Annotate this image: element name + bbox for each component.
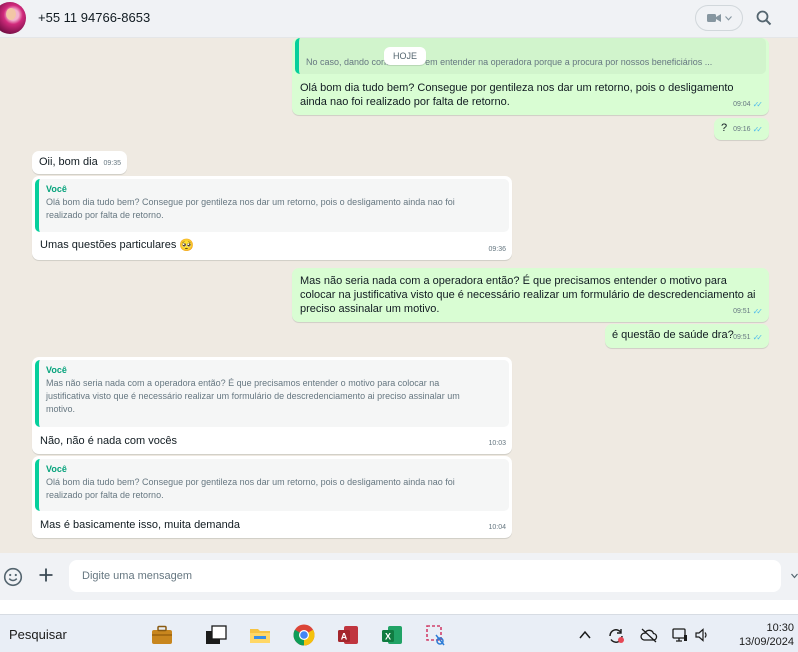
message-time: 10:03 bbox=[488, 440, 506, 447]
message-meta: 10:04 bbox=[488, 521, 506, 535]
message-incoming[interactable]: Você Mas não seria nada com a operadora … bbox=[32, 357, 512, 454]
quoted-text: Mas não seria nada com a operadora então… bbox=[46, 378, 460, 414]
quoted-message[interactable]: Você Olá bom dia tudo bem? Consegue por … bbox=[35, 179, 509, 232]
attach-button[interactable] bbox=[36, 566, 56, 586]
conversation-panel[interactable]: No caso, dando continuidade em entender … bbox=[0, 38, 798, 553]
contact-name[interactable]: +55 11 94766-8653 bbox=[38, 10, 150, 25]
message-outgoing[interactable]: No caso, dando continuidade em entender … bbox=[292, 38, 769, 115]
message-outgoing[interactable]: Mas não seria nada com a operadora então… bbox=[292, 268, 769, 322]
snipping-tool-icon[interactable] bbox=[424, 623, 448, 647]
message-meta: 09:51 ✓✓ bbox=[733, 331, 763, 345]
chat-header: +55 11 94766-8653 bbox=[0, 0, 798, 38]
message-time: 09:51 bbox=[733, 308, 751, 315]
message-incoming[interactable]: Você Olá bom dia tudo bem? Consegue por … bbox=[32, 456, 512, 538]
read-ticks-icon: ✓✓ bbox=[752, 307, 764, 316]
message-meta: 09:36 bbox=[488, 243, 506, 257]
message-time: 09:04 bbox=[733, 101, 751, 108]
briefcase-app-icon[interactable] bbox=[150, 623, 174, 647]
message-text-content: Umas questões particulares bbox=[40, 239, 177, 251]
chevron-down-icon bbox=[791, 571, 798, 582]
video-call-button[interactable] bbox=[695, 5, 743, 31]
quoted-message[interactable]: No caso, dando continuidade em entender … bbox=[295, 38, 766, 74]
message-time: 09:35 bbox=[103, 160, 121, 167]
quoted-author: Você bbox=[46, 464, 67, 474]
message-composer bbox=[0, 553, 798, 600]
message-meta: 09:51 ✓✓ bbox=[733, 305, 763, 319]
task-view-icon[interactable] bbox=[204, 623, 228, 647]
message-meta: 09:16 ✓✓ bbox=[733, 123, 763, 137]
svg-text:A: A bbox=[341, 632, 348, 642]
excel-icon[interactable]: X bbox=[380, 623, 404, 647]
message-meta: 10:03 bbox=[488, 437, 506, 451]
message-text: é questão de saúde dra? bbox=[612, 329, 734, 341]
quoted-author: Você bbox=[46, 184, 67, 194]
search-messages-button[interactable] bbox=[752, 6, 776, 30]
svg-text:X: X bbox=[385, 632, 391, 642]
message-time: 10:04 bbox=[488, 524, 506, 531]
read-ticks-icon: ✓✓ bbox=[752, 125, 764, 134]
clock-time: 10:30 bbox=[766, 622, 794, 634]
emoji-button[interactable] bbox=[3, 567, 23, 587]
message-meta: 09:04 ✓✓ bbox=[733, 98, 763, 112]
message-time: 09:16 bbox=[733, 126, 751, 133]
speaker-icon[interactable] bbox=[694, 627, 710, 643]
file-explorer-icon[interactable] bbox=[248, 623, 272, 647]
message-time: 09:36 bbox=[488, 246, 506, 253]
system-clock[interactable]: 10:30 13/09/2024 bbox=[722, 621, 794, 649]
quoted-message[interactable]: Você Olá bom dia tudo bem? Consegue por … bbox=[35, 459, 509, 511]
message-input[interactable] bbox=[69, 560, 781, 592]
pleading-face-emoji: 🥺 bbox=[179, 238, 195, 252]
message-outgoing[interactable]: é questão de saúde dra? 09:51 ✓✓ bbox=[605, 324, 769, 348]
day-separator: HOJE bbox=[384, 47, 427, 65]
cloud-offline-icon[interactable] bbox=[640, 627, 658, 643]
message-text: ? bbox=[721, 122, 728, 134]
quoted-text: Olá bom dia tudo bem? Consegue por genti… bbox=[46, 197, 455, 220]
read-ticks-icon: ✓✓ bbox=[752, 100, 764, 109]
message-text: Não, não é nada com vocês bbox=[40, 435, 177, 447]
clock-date: 13/09/2024 bbox=[738, 636, 794, 648]
quoted-message[interactable]: Você Mas não seria nada com a operadora … bbox=[35, 360, 509, 427]
message-meta: 09:35 bbox=[103, 157, 121, 171]
read-ticks-icon: ✓✓ bbox=[752, 333, 764, 342]
chevron-down-icon bbox=[724, 15, 732, 21]
search-icon bbox=[756, 10, 772, 26]
chrome-icon[interactable] bbox=[292, 623, 316, 647]
windows-taskbar: Pesquisar A X 10:30 13/09/2024 bbox=[0, 614, 798, 652]
message-outgoing[interactable]: ? 09:16 ✓✓ bbox=[714, 118, 769, 140]
message-time: 09:51 bbox=[733, 334, 751, 341]
window-bottom-edge bbox=[0, 600, 798, 614]
network-icon[interactable] bbox=[672, 627, 688, 643]
message-text: Mas é basicamente isso, muita demanda bbox=[40, 519, 240, 531]
quoted-text: Olá bom dia tudo bem? Consegue por genti… bbox=[46, 477, 455, 500]
access-app-icon[interactable]: A bbox=[336, 623, 360, 647]
message-text: Oii, bom dia bbox=[39, 156, 98, 168]
contact-avatar[interactable] bbox=[0, 2, 26, 34]
message-text: Umas questões particulares 🥺 bbox=[32, 238, 202, 252]
quoted-author: Você bbox=[46, 365, 67, 375]
message-incoming[interactable]: Você Olá bom dia tudo bem? Consegue por … bbox=[32, 176, 512, 260]
chevron-up-icon[interactable] bbox=[577, 627, 593, 643]
sync-icon[interactable] bbox=[607, 627, 624, 643]
quoted-text: No caso, dando continuidade em entender … bbox=[306, 57, 713, 67]
message-incoming[interactable]: Oii, bom dia 09:35 bbox=[32, 151, 127, 174]
plus-icon bbox=[39, 568, 53, 582]
smiley-icon bbox=[3, 567, 23, 587]
message-text: Olá bom dia tudo bem? Consegue por genti… bbox=[300, 82, 734, 108]
taskbar-search-label: Pesquisar bbox=[9, 627, 67, 642]
message-text: Mas não seria nada com a operadora então… bbox=[300, 275, 756, 315]
video-camera-icon bbox=[706, 14, 721, 22]
